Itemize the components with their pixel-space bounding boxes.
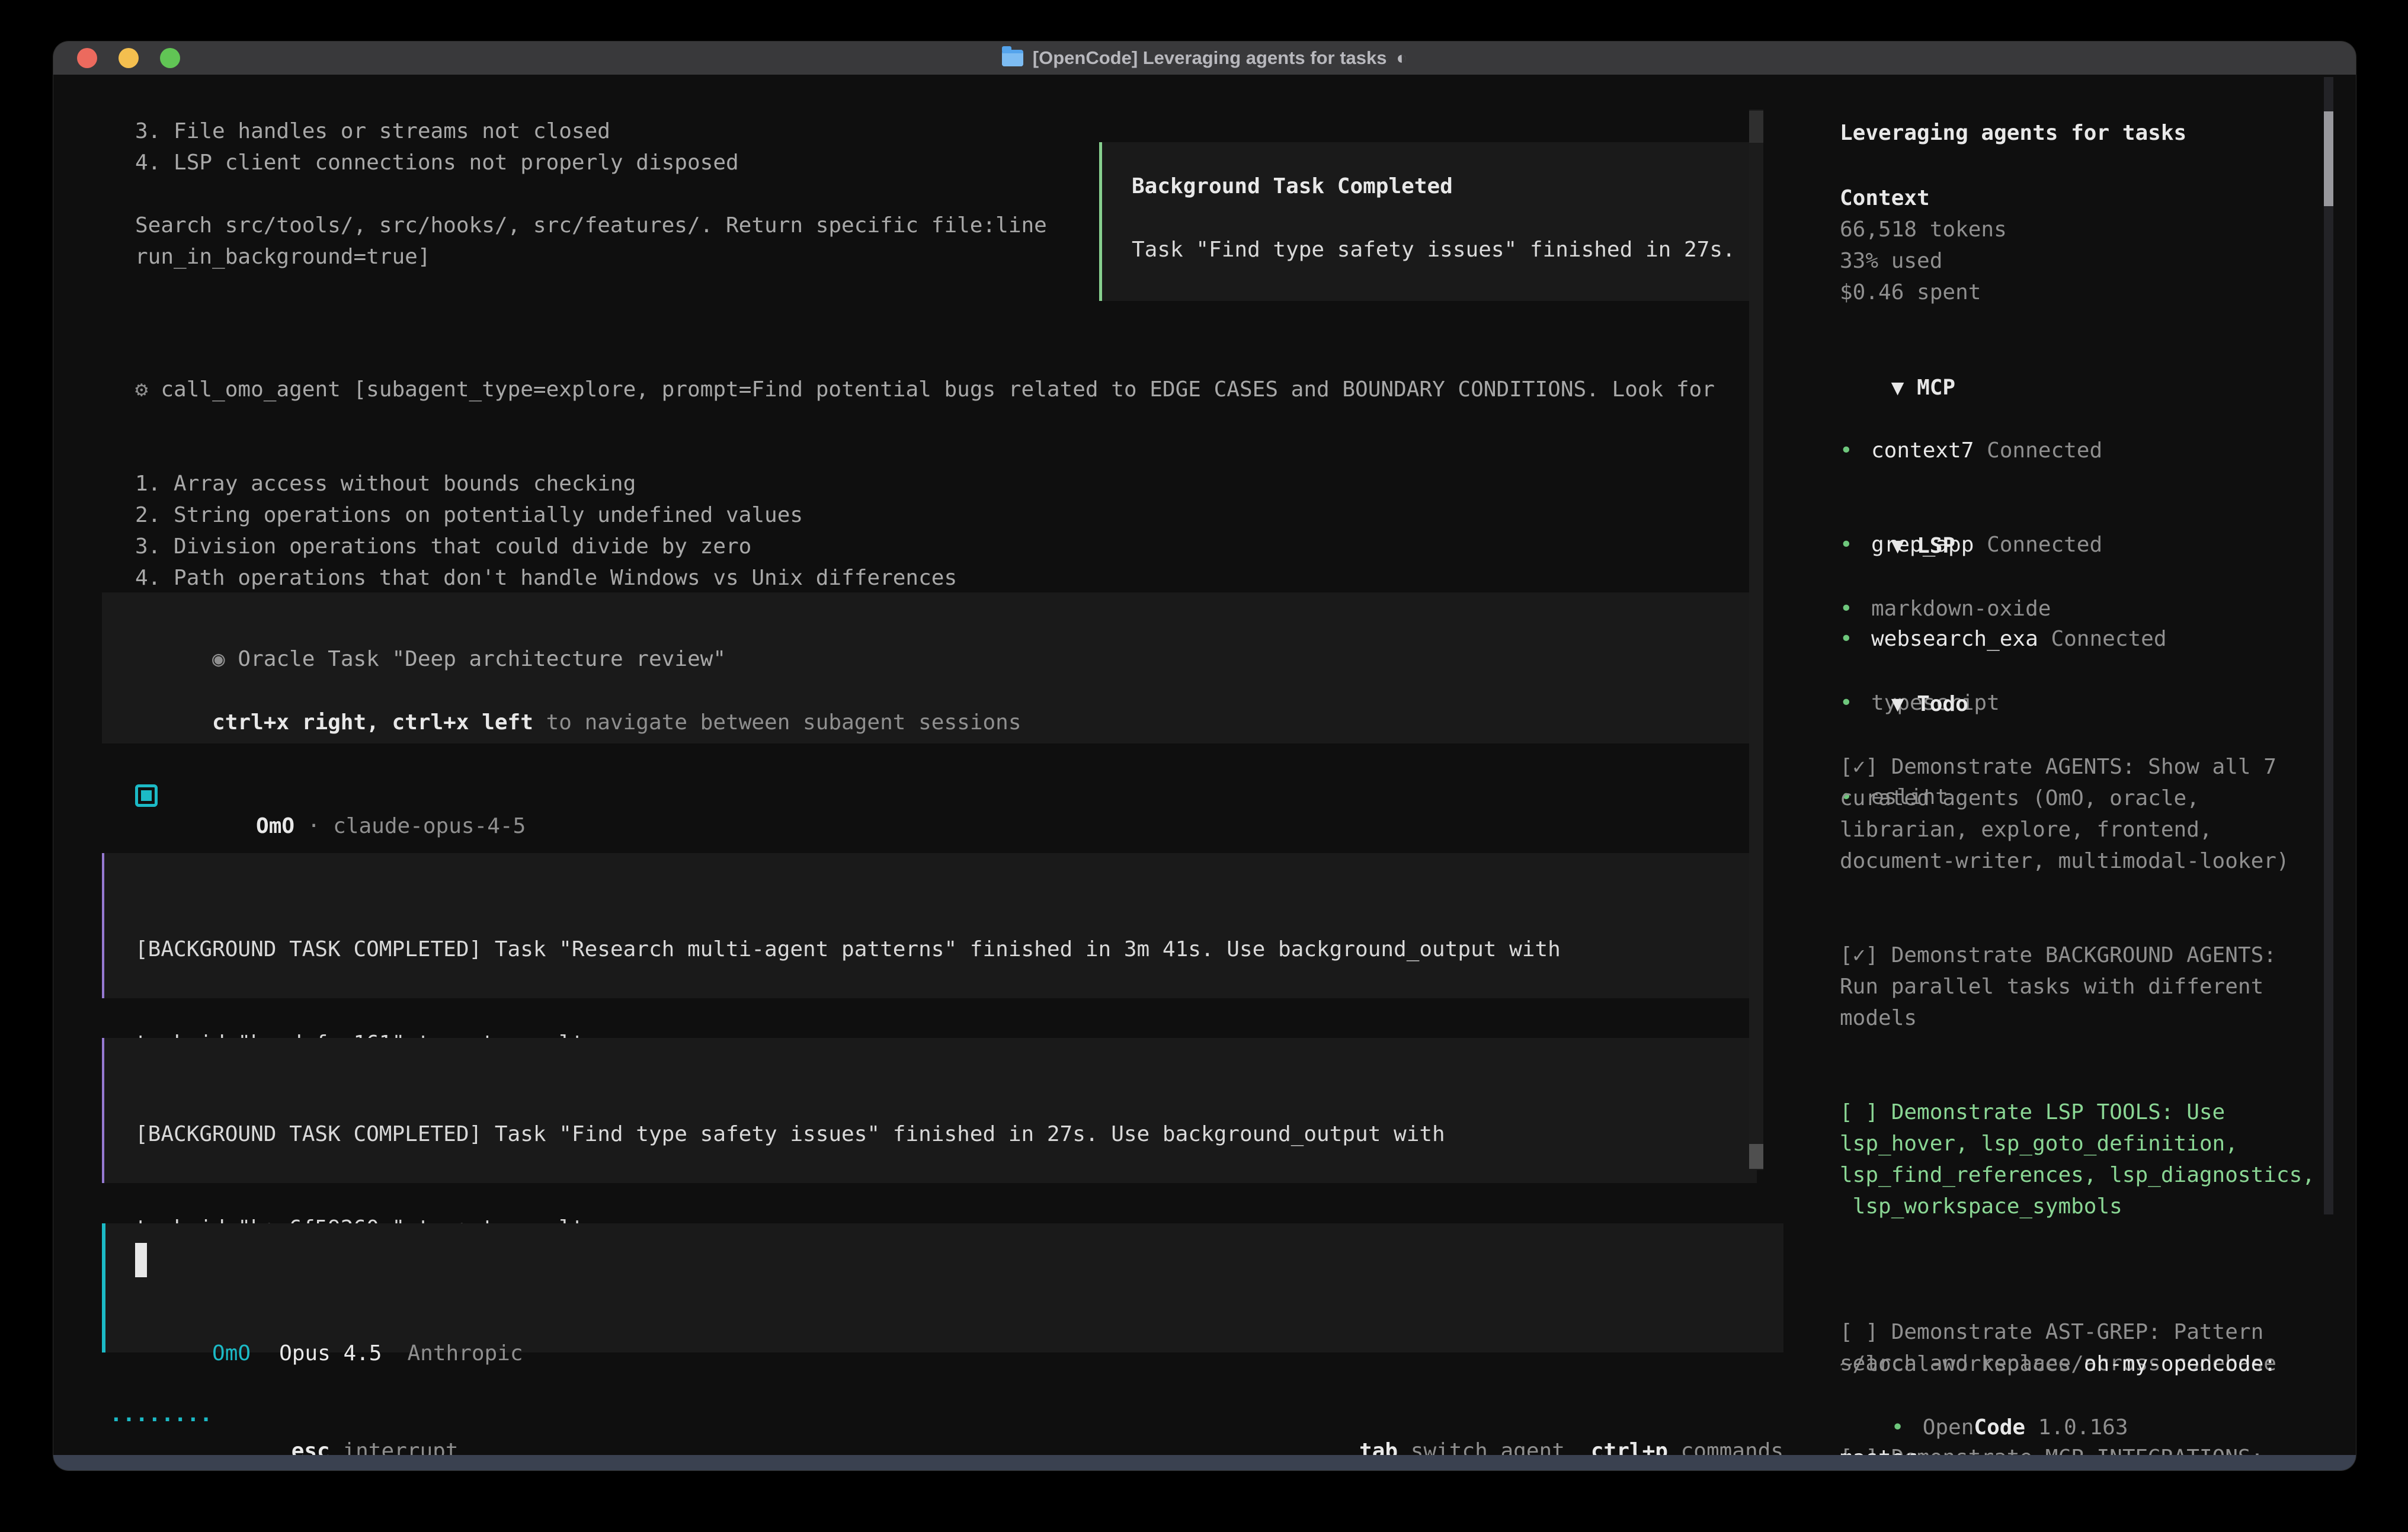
titlebar: [OpenCode] Leveraging agents for tasks ◐ — [53, 41, 2356, 75]
repo-name: oh-my-opencode: — [2084, 1352, 2276, 1376]
todo-item-done: [✓] Demonstrate AGENTS: Show all 7curate… — [1840, 751, 2332, 877]
record-icon: ◉ — [212, 647, 225, 671]
path-prefix: ~/local-workspaces/ — [1840, 1352, 2084, 1376]
window-title: [OpenCode] Leveraging agents for tasks — [1033, 47, 1387, 69]
notification-title: Background Task Completed — [1132, 171, 1453, 202]
scrollback-text: 3. File handles or streams not closed4. … — [135, 116, 1047, 273]
app-window: [OpenCode] Leveraging agents for tasks ◐… — [53, 41, 2356, 1470]
mcp-name: context7 — [1871, 438, 1974, 463]
chat-scrollbar-track[interactable] — [1749, 110, 1763, 1170]
context-half-circle-icon: ◐ — [1397, 47, 1408, 69]
separator-dot: · — [308, 814, 321, 838]
text-cursor — [135, 1243, 147, 1277]
mcp-item: •context7 Connected — [1840, 435, 2167, 466]
chat-scrollbar-top-thumb[interactable] — [1749, 111, 1763, 143]
agent-name: OmO — [256, 814, 294, 838]
bullet-icon: • — [1840, 435, 1871, 466]
context-heading: Context — [1840, 182, 1930, 214]
minimize-window-button[interactable] — [119, 48, 139, 68]
bullet-icon: • — [1840, 593, 1871, 624]
session-title: Leveraging agents for tasks — [1840, 117, 2186, 149]
sidebar-scrollbar-thumb[interactable] — [2324, 111, 2333, 206]
sidebar-scrollbar-track[interactable] — [2324, 77, 2333, 1214]
screen: { "window": { "title": "[OpenCode] Lever… — [0, 0, 2408, 1532]
lsp-item: •markdown-oxide — [1840, 593, 2051, 624]
context-stats: 66,518 tokens33% used$0.46 spent — [1840, 214, 2007, 308]
zoom-window-button[interactable] — [160, 48, 180, 68]
oracle-task-box: ◉ Oracle Task "Deep architecture review"… — [102, 592, 1757, 743]
oracle-task-title: Oracle Task "Deep architecture review" — [238, 647, 726, 671]
message-line: [BACKGROUND TASK COMPLETED] Task "Resear… — [135, 934, 1561, 965]
message-line: [BACKGROUND TASK COMPLETED] Task "Find t… — [135, 1118, 1445, 1150]
keybind-hint: ctrl+x right, ctrl+x left — [212, 710, 533, 735]
brand-suffix: Code — [1974, 1415, 2025, 1440]
window-bottom-strip — [53, 1455, 2356, 1470]
todo-item-active: [ ] Demonstrate LSP TOOLS: Uselsp_hover,… — [1840, 1097, 2332, 1222]
window-controls — [77, 48, 180, 68]
todo-item-done: [✓] Demonstrate BACKGROUND AGENTS:Run pa… — [1840, 940, 2332, 1034]
agent-checkbox-icon — [135, 784, 158, 807]
mcp-status: Connected — [1987, 438, 2102, 463]
message-card: [BACKGROUND TASK COMPLETED] Task "Resear… — [102, 853, 1757, 998]
spinner-dots: ········ — [110, 1404, 212, 1435]
brand-prefix: Open — [1923, 1415, 1974, 1440]
prompt-input[interactable]: OmOOpus 4.5Anthropic — [102, 1223, 1783, 1352]
lsp-name: markdown-oxide — [1871, 597, 2051, 621]
agent-model: claude-opus-4-5 — [333, 814, 526, 838]
input-provider-name: Anthropic — [407, 1341, 523, 1366]
version-number: 1.0.163 — [2038, 1415, 2128, 1440]
chat-scrollbar-thumb[interactable] — [1749, 1144, 1763, 1169]
folder-icon — [1002, 50, 1023, 66]
close-window-button[interactable] — [77, 48, 97, 68]
gear-icon: ⚙ — [135, 377, 148, 402]
background-task-notification: Background Task Completed Task "Find typ… — [1099, 142, 1758, 301]
keybind-hint-label: to navigate between subagent sessions — [533, 710, 1022, 735]
tool-call-first-line: call_omo_agent [subagent_type=explore, p… — [161, 377, 1715, 402]
notification-body: Task "Find type safety issues" finished … — [1132, 234, 1735, 265]
bullet-icon: • — [1891, 1412, 1923, 1443]
mcp-status: Connected — [2051, 627, 2166, 651]
message-card: [BACKGROUND TASK COMPLETED] Task "Find t… — [102, 1038, 1757, 1183]
input-model-name: Opus 4.5 — [279, 1341, 382, 1366]
input-agent-name: OmO — [212, 1341, 251, 1366]
